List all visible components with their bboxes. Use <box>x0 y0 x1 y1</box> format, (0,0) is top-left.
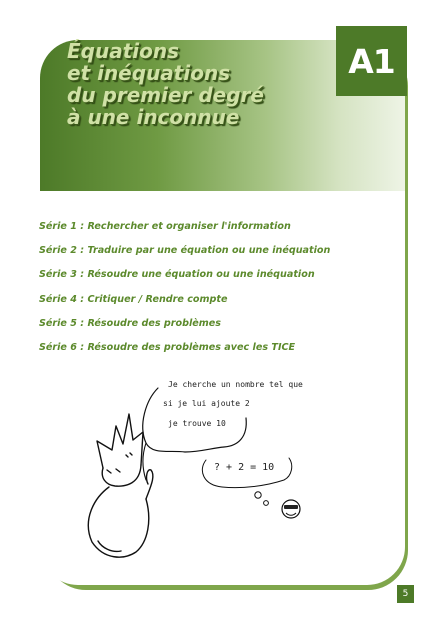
cartoon-illustration: Je cherche un nombre tel que si je lui a… <box>87 380 303 558</box>
thought-equation: ? + 2 = 10 <box>214 462 274 473</box>
speech-line: je trouve 10 <box>168 419 226 428</box>
small-character-icon <box>281 499 301 519</box>
spiky-character-icon <box>87 413 154 558</box>
page-number: 5 <box>397 585 414 603</box>
speech-line: si je lui ajoute 2 <box>163 399 250 408</box>
speech-line: Je cherche un nombre tel que <box>168 380 303 389</box>
thought-dot <box>263 500 269 506</box>
thought-dot <box>254 491 262 499</box>
speech-bubble-tail <box>142 442 147 481</box>
page: Équations et inéquations du premier degr… <box>0 0 435 619</box>
